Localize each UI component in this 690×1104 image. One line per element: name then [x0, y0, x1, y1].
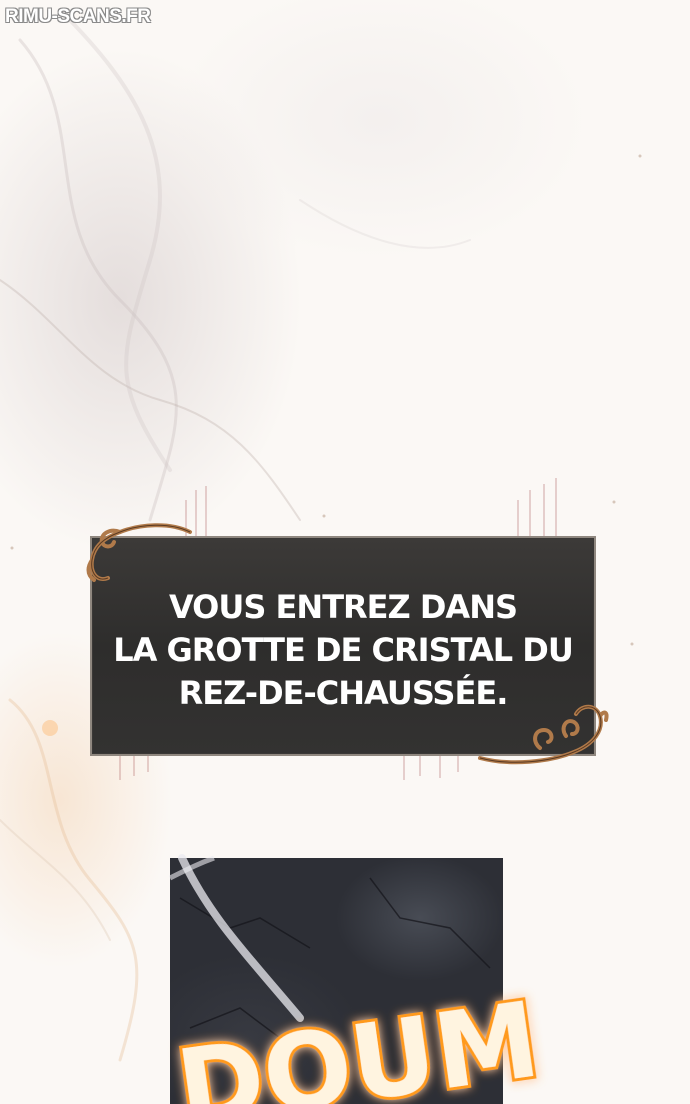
light-streak — [178, 854, 304, 1022]
bottom-right-ornament-icon — [478, 704, 609, 765]
sfx-text: DOUM — [170, 978, 546, 1104]
watermark: RIMU-SCANS.FR — [5, 6, 151, 27]
top-left-ornament-icon — [86, 523, 192, 582]
notification-line-2: LA GROTTE DE CRISTAL DU — [113, 631, 574, 669]
sfx-graphic: DOUM — [167, 854, 549, 1104]
